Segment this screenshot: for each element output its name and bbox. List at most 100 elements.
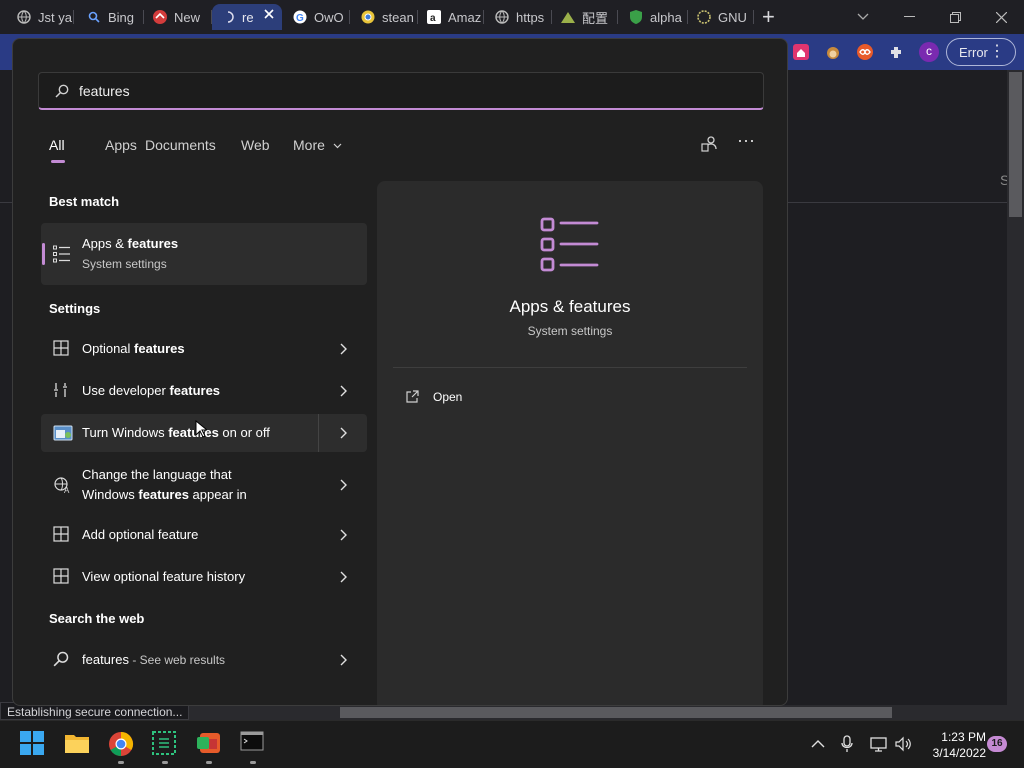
- more-options-icon[interactable]: ···: [737, 131, 755, 149]
- filter-documents[interactable]: Documents: [145, 137, 216, 153]
- tab-4-active[interactable]: re: [212, 4, 282, 30]
- tab-1[interactable]: Jst ya: [8, 4, 74, 30]
- share-account-icon[interactable]: [701, 135, 719, 153]
- result-title: features - See web results: [82, 652, 226, 667]
- setting-view-feature-history[interactable]: View optional feature history: [41, 556, 367, 598]
- tab-search-icon[interactable]: [840, 0, 886, 34]
- close-window-button[interactable]: [978, 0, 1024, 34]
- search-icon: [53, 651, 71, 669]
- filter-all[interactable]: All: [49, 137, 65, 153]
- search-icon: [55, 84, 69, 98]
- filter-apps[interactable]: Apps: [105, 137, 137, 153]
- optional-features-icon: [53, 568, 71, 586]
- extension-monkey-icon[interactable]: [823, 42, 843, 62]
- tab-11[interactable]: GNU: [688, 4, 754, 30]
- search-web-header: Search the web: [49, 611, 145, 626]
- setting-optional-features[interactable]: Optional features: [41, 328, 367, 370]
- optional-features-icon: [53, 340, 71, 358]
- result-title: Turn Windows features on or off: [82, 425, 270, 440]
- amazon-icon: a: [426, 9, 442, 25]
- new-tab-button[interactable]: +: [762, 4, 792, 30]
- result-title: View optional feature history: [82, 569, 246, 584]
- tab-label: New: [174, 9, 201, 25]
- chevron-down-icon: [333, 143, 342, 149]
- loading-icon: [220, 9, 236, 25]
- selection-accent: [42, 243, 45, 265]
- office-icon[interactable]: [196, 731, 222, 757]
- start-search-flyout: features All Apps Documents Web More ···…: [12, 38, 788, 706]
- open-action[interactable]: Open: [393, 386, 593, 410]
- tab-label: 配置: [582, 10, 609, 26]
- tab-label: Jst ya: [38, 9, 72, 25]
- app-icon: [560, 9, 576, 25]
- tab-3[interactable]: New: [144, 4, 212, 30]
- restore-button[interactable]: [932, 0, 978, 34]
- chrome-icon[interactable]: [108, 731, 134, 757]
- preview-subtitle: System settings: [527, 324, 613, 338]
- windows-start-icon[interactable]: [20, 731, 46, 757]
- filter-more[interactable]: More: [293, 137, 342, 153]
- svg-text:a: a: [430, 13, 436, 24]
- network-icon[interactable]: [870, 735, 888, 753]
- more-menu-icon[interactable]: ⋮: [989, 43, 1005, 61]
- apps-list-icon: [540, 217, 600, 273]
- tab-label: Bing: [108, 9, 135, 25]
- language-icon: A: [53, 476, 71, 494]
- notification-badge[interactable]: 16: [987, 736, 1007, 752]
- running-indicator: [118, 761, 124, 764]
- clock-time: 1:23 PM: [941, 730, 986, 744]
- microphone-icon[interactable]: [840, 735, 858, 753]
- open-label: Open: [433, 390, 463, 404]
- extension-infinity-icon[interactable]: [855, 42, 875, 62]
- split-divider: [318, 414, 319, 452]
- horizontal-scroll-thumb[interactable]: [340, 707, 892, 718]
- result-title: Optional features: [82, 341, 185, 356]
- search-query: features: [79, 82, 130, 99]
- web-search-result[interactable]: features - See web results: [41, 639, 367, 681]
- tab-label: GNU: [718, 9, 747, 25]
- tab-7[interactable]: a Amaz: [418, 4, 484, 30]
- preview-title: Apps & features: [509, 297, 631, 316]
- show-hidden-icons-chevron-up-icon[interactable]: [811, 735, 829, 753]
- profile-avatar[interactable]: c: [919, 42, 939, 62]
- extension-pink-icon[interactable]: [791, 42, 811, 62]
- close-tab-icon[interactable]: [264, 9, 274, 19]
- search-input[interactable]: features: [38, 72, 764, 110]
- setting-add-optional-feature[interactable]: Add optional feature: [41, 514, 367, 556]
- filter-web[interactable]: Web: [241, 137, 270, 153]
- running-indicator: [206, 761, 212, 764]
- setting-change-language[interactable]: A Change the language that Windows featur…: [41, 458, 367, 512]
- result-title: Use developer features: [82, 383, 221, 398]
- command-prompt-icon[interactable]: [240, 731, 266, 757]
- svg-text:A: A: [64, 486, 70, 494]
- chevron-right-icon[interactable]: [339, 427, 349, 439]
- system-clock[interactable]: 1:23 PM 3/14/2022: [922, 729, 986, 761]
- tab-label: OwO: [314, 9, 344, 25]
- terminal-green-icon[interactable]: [152, 731, 178, 757]
- file-explorer-icon[interactable]: [64, 731, 90, 757]
- preview-divider: [393, 367, 747, 368]
- vertical-scroll-thumb[interactable]: [1009, 72, 1022, 217]
- extensions-puzzle-icon[interactable]: [887, 42, 907, 62]
- tab-5[interactable]: G OwO: [284, 4, 350, 30]
- tab-label: stean: [382, 9, 414, 25]
- chevron-right-icon: [339, 571, 349, 583]
- volume-icon[interactable]: [894, 735, 912, 753]
- tab-8[interactable]: https: [486, 4, 552, 30]
- best-match-header: Best match: [49, 194, 120, 209]
- minimize-button[interactable]: [886, 0, 932, 34]
- mouse-cursor: [195, 420, 207, 438]
- tab-label: alpha: [650, 9, 682, 25]
- gnu-icon: [696, 9, 712, 25]
- setting-developer-features[interactable]: Use developer features: [41, 370, 367, 412]
- tab-6[interactable]: stean: [352, 4, 418, 30]
- preview-pane: Apps & features System settings Open: [377, 181, 763, 705]
- error-button[interactable]: Error ⋮: [946, 38, 1016, 66]
- chevron-right-icon: [339, 343, 349, 355]
- tab-10[interactable]: alpha: [620, 4, 688, 30]
- app-icon: [152, 9, 168, 25]
- chevron-right-icon: [339, 654, 349, 666]
- best-match-result[interactable]: Apps & features System settings: [41, 223, 367, 285]
- tab-2[interactable]: Bing: [78, 4, 144, 30]
- tab-9[interactable]: 配置: [552, 4, 618, 30]
